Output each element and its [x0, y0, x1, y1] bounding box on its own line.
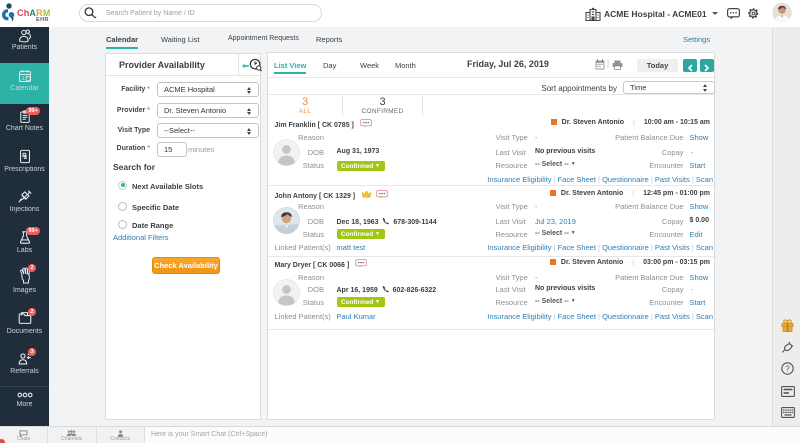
- svg-text:?: ?: [785, 364, 790, 373]
